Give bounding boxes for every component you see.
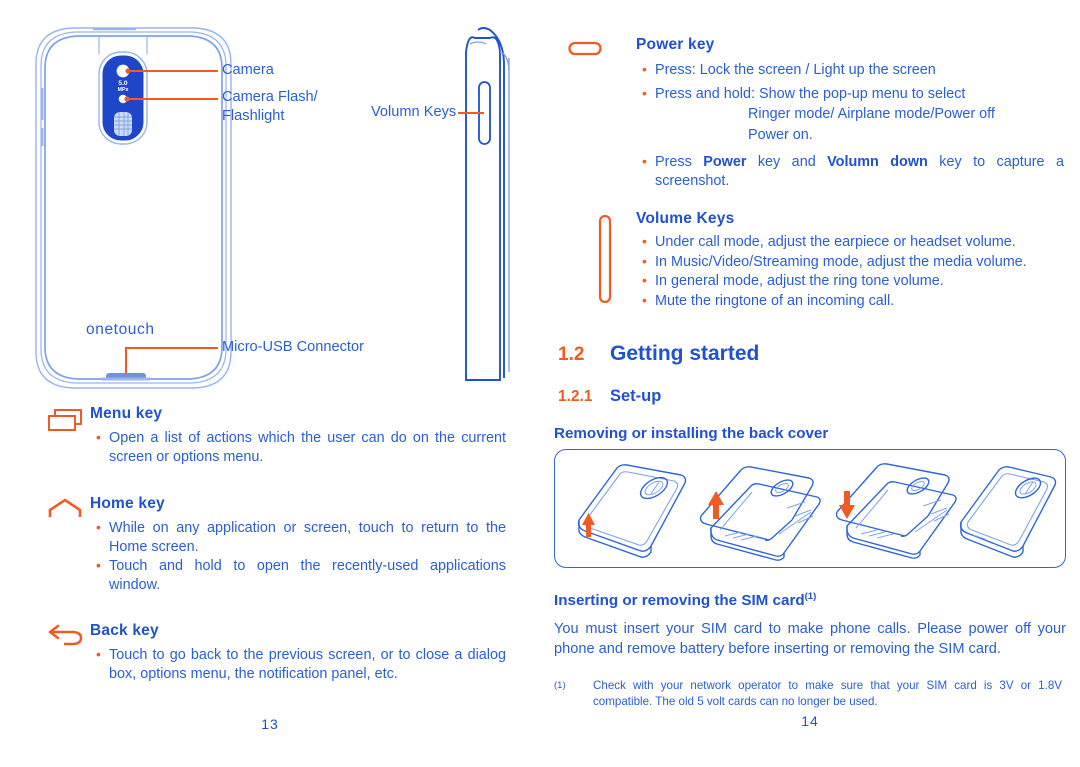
list-item: In general mode, adjust the ring tone vo… — [642, 271, 1072, 291]
volume-keys-icon — [598, 214, 612, 304]
right-page-number: 14 — [801, 713, 819, 729]
list-item: Touch and hold to open the recently-used… — [96, 556, 506, 594]
leader-flash-dot — [124, 96, 130, 102]
list-item: While on any application or screen, touc… — [96, 518, 506, 556]
illus-step-4 — [959, 466, 1057, 558]
footnote: (1) Check with your network operator to … — [554, 678, 1062, 709]
power-indented-lines: Ringer mode/ Airplane mode/Power off Pow… — [748, 104, 1064, 146]
list-item: Open a list of actions which the user ca… — [96, 428, 506, 466]
list-item: Press and hold: Show the pop-up menu to … — [642, 84, 1064, 104]
page-title: Getting started — [610, 342, 760, 365]
list-item: Under call mode, adjust the earpiece or … — [642, 232, 1072, 252]
section-heading: Set-up — [610, 387, 662, 405]
menu-key-icon — [48, 409, 82, 431]
power-key-icon — [568, 41, 602, 56]
callout-camera-flash: Camera Flash/ — [222, 89, 318, 105]
power-key-title: Power key — [636, 36, 715, 53]
section-number: 1.2 — [558, 344, 585, 365]
illus-step-3 — [835, 463, 957, 559]
leader-camera-dot — [125, 68, 131, 74]
home-key-glyph — [48, 498, 82, 517]
back-key-bullets: Touch to go back to the previous screen,… — [96, 645, 506, 683]
sim-card-footnote-mark: (1) — [804, 591, 817, 602]
phone-side-top-detail — [469, 41, 487, 45]
menu-key-bullets: Open a list of actions which the user ca… — [96, 428, 506, 466]
menu-key-block: Menu key Open a list of actions which th… — [48, 405, 518, 467]
power-screenshot-bullet: Press Power key and Volumn down key to c… — [642, 152, 1064, 190]
power-key-bullets: Press: Lock the screen / Light up the sc… — [642, 60, 1064, 104]
callout-volume-keys: Volumn Keys — [371, 104, 457, 120]
illus-step-1 — [577, 464, 687, 558]
phone-diagram: 5.0 MPx onetouch Camera Camera Flash/ Fl… — [0, 0, 540, 400]
illus-arrows — [582, 491, 855, 537]
camera-megapixel-value: 5.0 — [118, 80, 127, 87]
right-page: Power key Press: Lock the screen / Light… — [540, 0, 1080, 767]
callout-flashlight: Flashlight — [222, 108, 285, 124]
list-item: Press Power key and Volumn down key to c… — [642, 152, 1064, 190]
menu-key-title: Menu key — [90, 405, 163, 422]
power-indent-line-2: Power on. — [748, 127, 813, 143]
footnote-mark: (1) — [554, 680, 566, 691]
list-item: In Music/Video/Streaming mode, adjust th… — [642, 252, 1072, 272]
manual-spread: 5.0 MPx onetouch Camera Camera Flash/ Fl… — [0, 0, 1080, 767]
screenshot-pre: Press — [655, 154, 704, 170]
sim-card-paragraph: You must insert your SIM card to make ph… — [554, 621, 1066, 657]
footnote-text: Check with your network operator to make… — [593, 679, 1062, 708]
section-setup: 1.2.1 Set-up — [558, 387, 661, 406]
home-key-icon — [48, 498, 82, 518]
left-page-number: 13 — [261, 716, 279, 732]
back-key-block: Back key Touch to go back to the previou… — [48, 622, 518, 684]
back-key-title: Back key — [90, 622, 159, 639]
volume-keys-block: Volume Keys Under call mode, adjust the … — [568, 210, 1064, 311]
home-key-block: Home key While on any application or scr… — [48, 495, 518, 595]
sim-card-heading: Inserting or removing the SIM card(1) — [554, 591, 816, 609]
back-key-icon — [48, 624, 84, 646]
back-cover-heading: Removing or installing the back cover — [554, 425, 829, 442]
home-key-bullets: While on any application or screen, touc… — [96, 518, 506, 594]
section-number: 1.2.1 — [558, 388, 593, 405]
speaker-grille — [114, 112, 132, 136]
sim-card-heading-text: Inserting or removing the SIM card — [554, 592, 805, 610]
section-getting-started: 1.2 Getting started — [558, 342, 759, 366]
left-page: 5.0 MPx onetouch Camera Camera Flash/ Fl… — [0, 0, 540, 767]
home-key-title: Home key — [90, 495, 165, 512]
list-item: Touch to go back to the previous screen,… — [96, 645, 506, 683]
callout-camera: Camera — [222, 62, 274, 78]
callout-micro-usb: Micro-USB Connector — [222, 339, 364, 355]
brand-logo: onetouch — [86, 321, 155, 338]
screenshot-bold-volumn-down: Volumn down — [827, 154, 928, 170]
back-cover-illustration-svg — [577, 463, 1057, 561]
volume-keys-bullets: Under call mode, adjust the earpiece or … — [642, 232, 1072, 311]
volume-keys-title: Volume Keys — [636, 210, 735, 227]
back-cover-illustration — [554, 449, 1066, 568]
back-key-glyph — [48, 624, 83, 646]
volume-keys-glyph — [598, 214, 612, 304]
leader-microusb — [124, 346, 218, 374]
list-item: Press: Lock the screen / Light up the sc… — [642, 60, 1064, 80]
screenshot-mid: key and — [746, 154, 828, 170]
phone-side-outline — [465, 36, 501, 381]
list-item: Mute the ringtone of an incoming call. — [642, 291, 1072, 311]
arrow-up-2 — [708, 491, 724, 519]
power-key-glyph — [568, 41, 602, 56]
screenshot-bold-power: Power — [703, 154, 747, 170]
power-indent-line-1: Ringer mode/ Airplane mode/Power off — [748, 106, 995, 122]
power-key-block: Power key Press: Lock the screen / Light… — [568, 36, 1064, 191]
camera-megapixel-unit: MPx — [118, 87, 129, 93]
